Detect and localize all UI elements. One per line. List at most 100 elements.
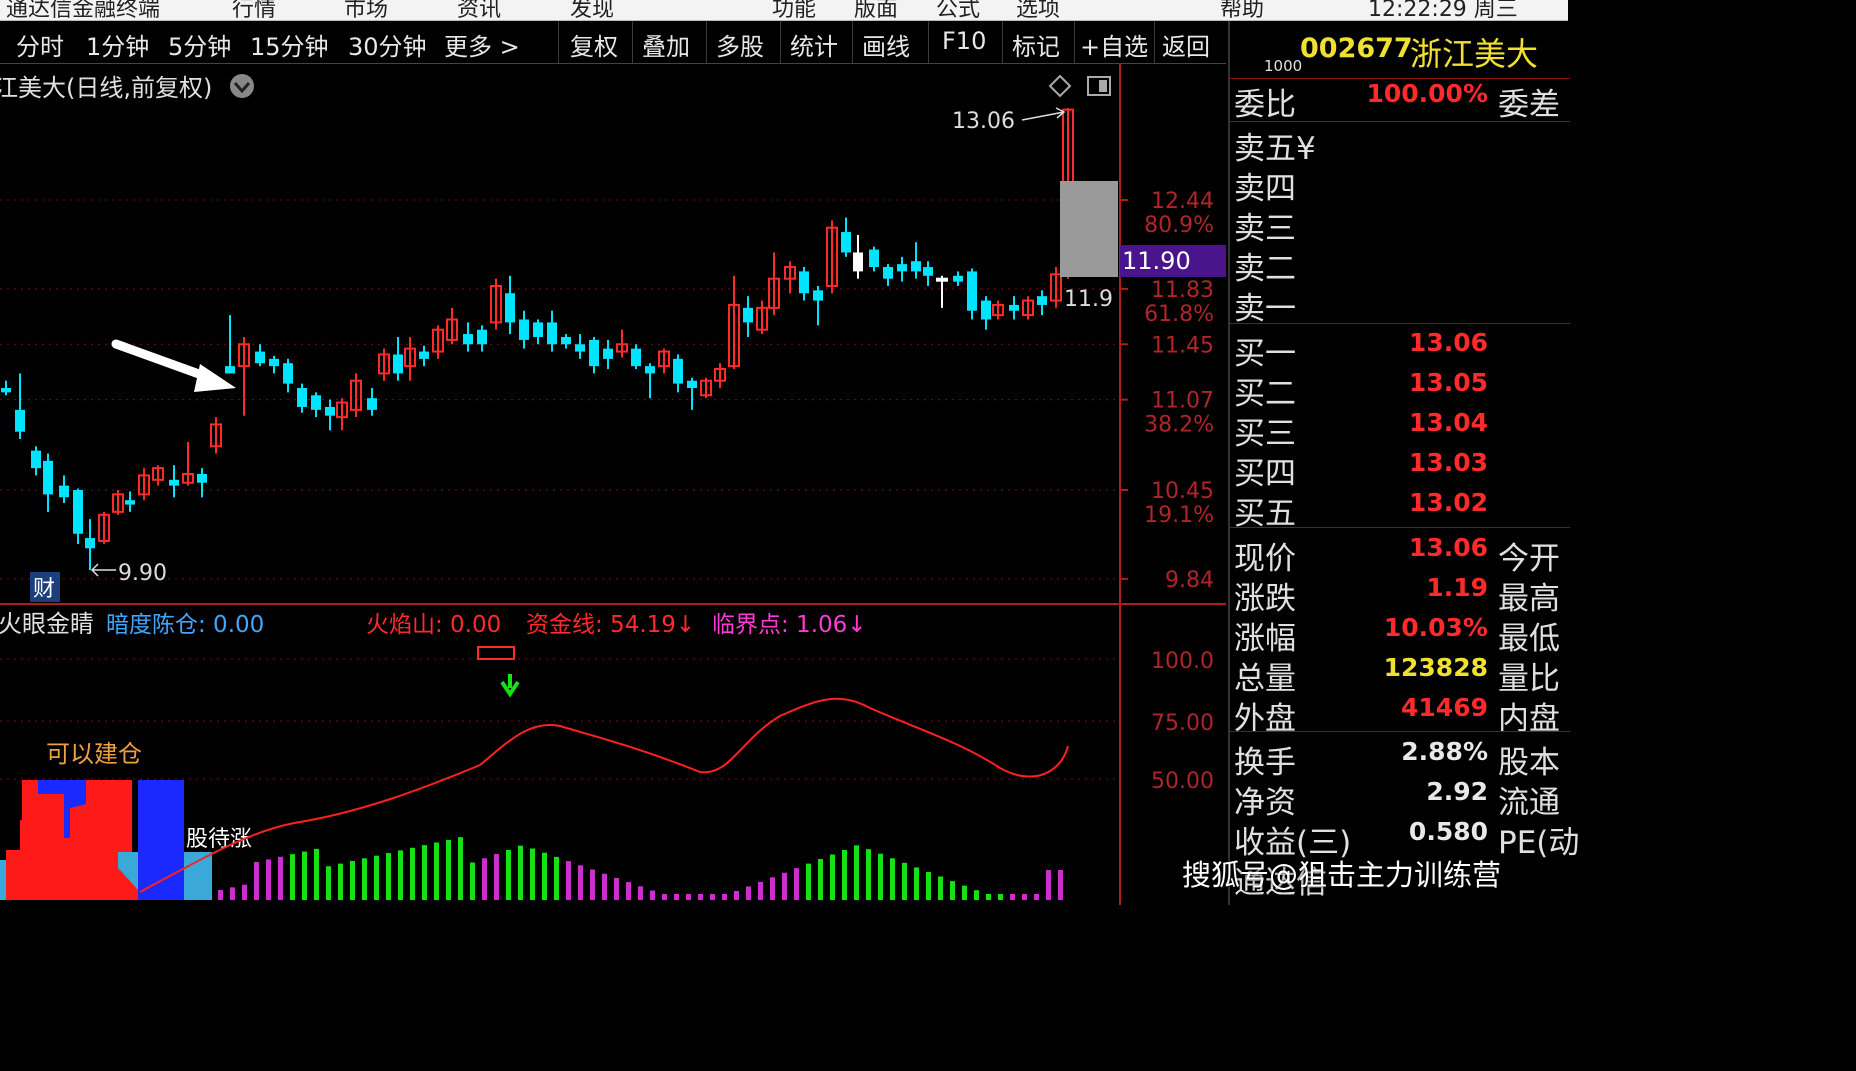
candles	[1, 108, 1118, 571]
menu-formula[interactable]: 公式	[936, 0, 980, 20]
menu-help[interactable]: 帮助	[1220, 0, 1264, 20]
add-favorite-button[interactable]: +自选	[1080, 27, 1148, 62]
histogram-bar	[938, 876, 943, 900]
candle-body	[981, 300, 991, 320]
f10-button[interactable]: F10	[942, 27, 986, 55]
candle-body	[687, 380, 697, 388]
histogram-bar	[494, 854, 499, 900]
kline-chart-svg[interactable]: 12.4480.9% 11.8361.8% 11.45 11.0738.2% 10.45…	[0, 64, 1226, 905]
candle-body	[169, 479, 179, 486]
menu-layout[interactable]: 版面	[854, 0, 898, 20]
histogram-bar	[1046, 870, 1051, 900]
candle-body	[505, 293, 515, 323]
candle-body	[869, 249, 879, 268]
candle	[869, 246, 879, 272]
period-timeshare[interactable]: 分时	[16, 27, 64, 62]
candle-body	[31, 450, 41, 469]
divider	[1230, 731, 1570, 732]
ask-level-row-label: 卖二	[1234, 251, 1296, 287]
candle	[210, 417, 222, 454]
candle-body	[73, 490, 83, 534]
weibi-row-label2: 委差	[1498, 87, 1560, 123]
candle	[784, 261, 796, 294]
candle	[743, 296, 753, 337]
candle-body	[197, 473, 207, 483]
indicator-block	[138, 780, 184, 900]
candle-body	[1037, 296, 1047, 305]
multi-stock-button[interactable]: 多股	[716, 27, 764, 62]
bid-level-row-value: 13.06	[1408, 328, 1488, 357]
histogram-bar	[254, 862, 259, 900]
stat-row-label2: PE(动	[1498, 825, 1580, 861]
overlay-button[interactable]: 叠加	[642, 27, 690, 62]
period-5min[interactable]: 5分钟	[168, 27, 231, 62]
mark-button[interactable]: 标记	[1012, 27, 1060, 62]
candle	[603, 339, 613, 370]
candle-body	[547, 322, 557, 345]
statistics-button[interactable]: 统计	[790, 27, 838, 62]
candle-body	[645, 366, 655, 374]
high-price-label: 13.06	[952, 109, 1015, 134]
candle-body	[297, 387, 307, 407]
candle-body	[463, 334, 473, 345]
ask-level-row: 卖五¥	[1230, 123, 1570, 167]
candle-body	[255, 351, 265, 364]
indicator-y-tick-label: 75.00	[1151, 711, 1214, 736]
histogram-bar	[902, 862, 907, 900]
candle	[31, 446, 41, 476]
stat-row-label2: 量比	[1498, 661, 1560, 697]
stat-row-value: 10.03%	[1383, 613, 1488, 642]
candle	[85, 519, 95, 571]
candle	[841, 217, 851, 257]
stat-row-label: 现价	[1234, 541, 1296, 577]
candle	[432, 325, 444, 359]
candle-body	[911, 261, 921, 272]
candle	[197, 468, 207, 498]
chart-title-dropdown-icon	[230, 74, 254, 98]
candle	[367, 387, 377, 416]
histogram-bar	[578, 865, 583, 900]
menu-news[interactable]: 资讯	[457, 0, 501, 20]
quote-panel: 1000 002677 浙江美大 委比 100.00% 委差 卖五¥ 卖四 卖三 卖二 卖一买…	[1228, 21, 1579, 905]
histogram-bar	[338, 863, 343, 900]
candle	[1022, 296, 1034, 320]
candle-body	[43, 460, 53, 495]
stat-row-value: 2.88%	[1401, 737, 1488, 766]
period-1min[interactable]: 1分钟	[86, 27, 149, 62]
toolbar-separator	[852, 21, 853, 63]
histogram-bar	[362, 858, 367, 900]
menu-discover[interactable]: 发现	[570, 0, 614, 20]
histogram-bar	[554, 856, 559, 900]
toolbar-separator	[1074, 21, 1075, 63]
candle-body	[953, 275, 963, 282]
histogram-bar	[686, 894, 691, 900]
menu-functions[interactable]: 功能	[772, 0, 816, 20]
candle	[673, 354, 683, 393]
period-15min[interactable]: 15分钟	[250, 27, 329, 62]
candle-body	[533, 322, 543, 337]
period-more[interactable]: 更多 >	[444, 27, 520, 62]
candle	[325, 399, 335, 431]
stock-prefix: 1000	[1264, 57, 1303, 75]
ask-level-row: 卖一	[1230, 283, 1570, 327]
candle-body	[673, 358, 683, 384]
indicator-block	[184, 852, 212, 900]
weibi-row: 委比 100.00% 委差	[1230, 79, 1570, 123]
candle	[533, 319, 543, 345]
candle-body	[923, 267, 933, 276]
menu-options[interactable]: 选项	[1016, 0, 1060, 20]
histogram-bar	[818, 859, 823, 900]
candle	[169, 465, 179, 498]
bid-level-row: 买一 13.06	[1230, 328, 1570, 372]
menu-quotes[interactable]: 行情	[232, 0, 276, 20]
chart-area[interactable]: 12.44 80.9% 11.83 61.8% 11.45 11.07 38.2% 10.45…	[0, 64, 1226, 905]
candle	[897, 256, 907, 282]
adjust-button[interactable]: 复权	[570, 27, 618, 62]
menu-market[interactable]: 市场	[344, 0, 388, 20]
back-button[interactable]: 返回	[1162, 27, 1210, 62]
candle	[138, 468, 150, 501]
histogram-bar	[830, 854, 835, 900]
draw-line-button[interactable]: 画线	[862, 27, 910, 62]
period-30min[interactable]: 30分钟	[348, 27, 427, 62]
ask-level-row-label: 卖四	[1234, 171, 1296, 207]
